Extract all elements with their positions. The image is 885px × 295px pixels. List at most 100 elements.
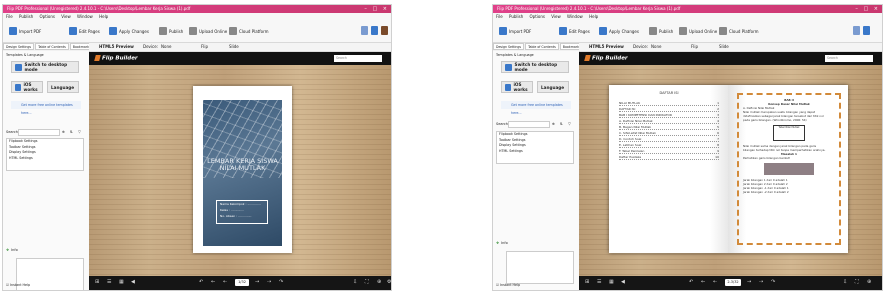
first-page-icon[interactable]: ↶ [199, 279, 203, 285]
tab-table-of-contents[interactable]: Table of Contents [525, 43, 559, 50]
sound-icon[interactable]: ◀ [621, 279, 625, 285]
ios-works-select[interactable]: iOS works [501, 81, 533, 93]
ios-works-select[interactable]: iOS works [11, 81, 43, 93]
instant-help-checkbox[interactable]: ☑ Instant Help [496, 283, 520, 287]
zoom-icon[interactable]: ⊕ [377, 279, 381, 285]
pages-icon[interactable]: ▦ [119, 279, 124, 285]
flip-toggle[interactable]: Flip [201, 43, 208, 51]
device-select[interactable]: None [651, 43, 661, 51]
fullscreen-icon[interactable]: ⛶ [855, 279, 859, 285]
book-cover-page[interactable]: LEMBAR KERJA SISWA NILAI MUTLAK Nama Kel… [193, 86, 292, 253]
tab-table-of-contents[interactable]: Table of Contents [35, 43, 69, 50]
search-tools-icon[interactable]: ⊕ ⇅ ▽ [552, 121, 573, 127]
bookmark-icon[interactable]: ☰ [107, 279, 111, 285]
menu-view[interactable]: View [61, 14, 71, 19]
prev-icon[interactable]: ⇠ [713, 279, 717, 285]
device-select[interactable]: None [161, 43, 171, 51]
switch-desktop-button[interactable]: Switch to desktop mode [11, 61, 79, 73]
tab-design-settings[interactable]: Design Settings [493, 43, 525, 50]
share-icon[interactable]: ↷ [771, 279, 775, 285]
next-page-icon[interactable]: → [747, 279, 751, 285]
menu-options[interactable]: Options [530, 14, 545, 19]
list-item[interactable]: HTML Settings [9, 156, 83, 162]
apply-changes-button[interactable]: Apply Changes [599, 26, 639, 36]
search-input[interactable] [18, 129, 60, 136]
settings-list: Flipbook Settings Toolbar Settings Displ… [496, 131, 574, 164]
language-button[interactable]: Language [537, 81, 569, 93]
slide-toggle[interactable]: Slide [229, 43, 239, 51]
info-icon: ❖ [6, 248, 10, 252]
tab-design-settings[interactable]: Design Settings [3, 43, 35, 50]
window-controls[interactable]: – □ × [364, 5, 389, 13]
bookmark-icon[interactable]: ☰ [597, 279, 601, 285]
slide-toggle[interactable]: Slide [719, 43, 729, 51]
menu-view[interactable]: View [551, 14, 561, 19]
apply-changes-button[interactable]: Apply Changes [109, 26, 149, 36]
title-bar: Flip PDF Professional (Unregistered) 2.4… [3, 5, 391, 13]
menu-help[interactable]: Help [589, 14, 598, 19]
zoom-icon[interactable]: ⊕ [867, 279, 871, 285]
settings-icon[interactable]: ⚙ [387, 279, 391, 285]
viewer-search-input[interactable]: Search [825, 55, 873, 62]
thumbnails-icon[interactable]: ⊞ [585, 279, 589, 285]
viewer-search-input[interactable]: Search [334, 55, 382, 62]
flip-toggle[interactable]: Flip [691, 43, 698, 51]
menu-options[interactable]: Options [40, 14, 55, 19]
prev-icon[interactable]: ⇠ [223, 279, 227, 285]
prev-page-icon[interactable]: ← [701, 279, 705, 285]
upload-online-button[interactable]: Upload Online [679, 26, 717, 36]
switch-desktop-button[interactable]: Switch to desktop mode [501, 61, 569, 73]
device-label: Device: [633, 44, 649, 49]
sound-icon[interactable]: ◀ [131, 279, 135, 285]
first-page-icon[interactable]: ↶ [689, 279, 693, 285]
edit-pages-button[interactable]: Edit Pages [69, 26, 100, 36]
publish-button[interactable]: Publish [649, 26, 673, 36]
menu-bar: File Publish Options View Window Help [3, 13, 391, 20]
search-label: Search [6, 130, 19, 134]
cloud-platform-button[interactable]: Cloud Platform [719, 26, 759, 36]
layout-icon[interactable] [853, 26, 860, 35]
ios-icon [15, 83, 21, 91]
last-page-icon[interactable]: ⇢ [759, 279, 763, 285]
layout-icon[interactable] [361, 26, 368, 35]
templates-label: Templates & Language [496, 53, 534, 57]
menu-file[interactable]: File [496, 14, 503, 19]
cloud-platform-button[interactable]: Cloud Platform [229, 26, 269, 36]
view-icon[interactable] [863, 26, 870, 35]
prev-page-icon[interactable]: ← [211, 279, 215, 285]
menu-help[interactable]: Help [99, 14, 108, 19]
get-more-templates-link[interactable]: Get more free online templates here... [501, 101, 571, 115]
upload-online-button[interactable]: Upload Online [189, 26, 227, 36]
instant-help-checkbox[interactable]: ☑ Instant Help [6, 283, 30, 287]
menu-file[interactable]: File [6, 14, 13, 19]
menu-publish[interactable]: Publish [509, 14, 523, 19]
menu-publish[interactable]: Publish [19, 14, 33, 19]
menu-window[interactable]: Window [77, 14, 93, 19]
search-input[interactable] [508, 121, 550, 128]
fullscreen-icon[interactable]: ⛶ [365, 279, 369, 285]
page-number-input[interactable]: 2-3/32 [725, 279, 741, 286]
download-icon[interactable]: ⇩ [353, 279, 357, 285]
page-number-input[interactable]: 1/32 [235, 279, 249, 286]
next-page-icon[interactable]: → [255, 279, 259, 285]
import-pdf-button[interactable]: Import PDF [9, 26, 41, 36]
thumbnails-icon[interactable]: ⊞ [95, 279, 99, 285]
list-item[interactable]: HTML Settings [499, 149, 573, 155]
menu-window[interactable]: Window [567, 14, 583, 19]
window-controls[interactable]: – □ × [855, 5, 880, 13]
publish-button[interactable]: Publish [159, 26, 183, 36]
book-icon[interactable] [381, 26, 388, 35]
get-more-templates-link[interactable]: Get more free online templates here... [11, 101, 81, 115]
import-pdf-button[interactable]: Import PDF [499, 26, 531, 36]
language-button[interactable]: Language [47, 81, 79, 93]
search-tools-icon[interactable]: ⊕ ⇅ ▽ [62, 129, 83, 135]
book-spread[interactable]: DAFTAR ISI NILAI MUTLAK 1 DAFTAR ISI 2 BAB… [609, 85, 848, 253]
share-icon[interactable]: ↷ [279, 279, 283, 285]
view-icon[interactable] [371, 26, 378, 35]
edit-pages-button[interactable]: Edit Pages [559, 26, 590, 36]
last-page-icon[interactable]: ⇢ [267, 279, 271, 285]
panel-tabs: Design Settings Table of Contents Bookma… [493, 43, 592, 50]
download-icon[interactable]: ⇩ [843, 279, 847, 285]
pages-icon[interactable]: ▦ [609, 279, 614, 285]
upload-online-icon [679, 27, 687, 35]
